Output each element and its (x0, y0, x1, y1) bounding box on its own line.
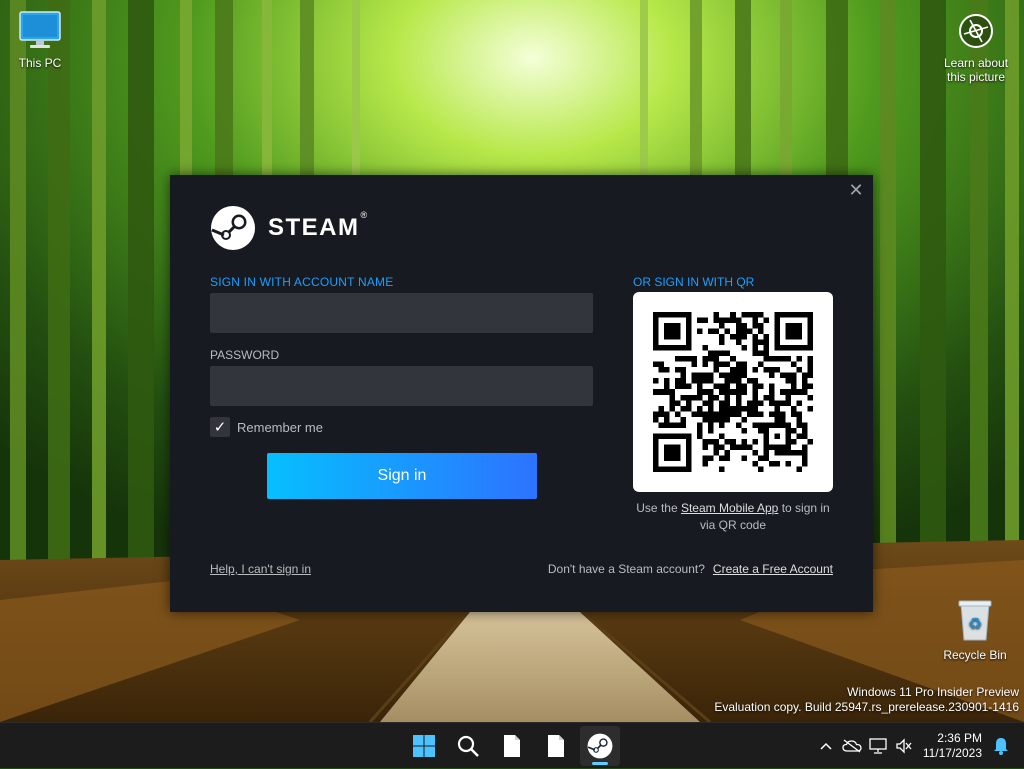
steam-logo-text: STEAM® (268, 210, 369, 242)
this-pc-label: This PC (18, 56, 62, 70)
no-account-row: Don't have a Steam account? Create a Free… (548, 562, 833, 576)
close-icon[interactable]: ✕ (847, 181, 865, 199)
steam-logo: STEAM® (210, 205, 369, 251)
no-account-text: Don't have a Steam account? (547, 562, 705, 576)
desktop-icon-recycle-bin[interactable]: ♻ Recycle Bin (940, 598, 1010, 662)
volume-muted-icon[interactable] (891, 731, 917, 761)
clock-date: 11/17/2023 (922, 746, 982, 760)
steam-icon (587, 733, 613, 759)
qr-code (633, 292, 833, 492)
account-name-label: SIGN IN WITH ACCOUNT NAME (210, 275, 394, 289)
steam-logo-icon (211, 206, 255, 250)
qr-code-image (653, 312, 813, 472)
steam-sign-in-dialog: ✕ STEAM® SIGN IN WITH ACCOUNT NAME PASSW… (170, 175, 873, 612)
checkmark-icon: ✓ (213, 419, 227, 436)
camera-lens-icon (959, 14, 993, 48)
recycle-bin-label: Recycle Bin (943, 648, 1007, 662)
watermark-edition: Windows 11 Pro Insider Preview (847, 685, 1019, 699)
qr-sign-in-label: OR SIGN IN WITH QR (633, 275, 755, 289)
cloud-off-icon[interactable] (839, 731, 865, 761)
monitor-icon (19, 11, 61, 48)
taskbar-file-1[interactable] (492, 726, 532, 766)
network-icon[interactable] (865, 731, 891, 761)
file-icon (548, 735, 564, 757)
steam-wordmark: STEAM (268, 214, 360, 241)
password-input[interactable] (210, 366, 593, 406)
windows-watermark: Windows 11 Pro Insider Preview Evaluatio… (714, 685, 1019, 715)
remember-me-toggle[interactable]: ✓ Remember me (210, 417, 323, 437)
taskbar-clock[interactable]: 2:36 PM 11/17/2023 (923, 731, 982, 761)
steam-mobile-app-link[interactable]: Steam Mobile App (681, 501, 778, 515)
notification-bell-icon[interactable] (988, 731, 1014, 761)
create-free-account-link[interactable]: Create a Free Account (713, 562, 833, 576)
taskbar-steam[interactable] (580, 726, 620, 766)
file-icon (504, 735, 520, 757)
search-button[interactable] (448, 726, 488, 766)
qr-caption-pre: Use the (636, 501, 681, 515)
taskbar-file-2[interactable] (536, 726, 576, 766)
account-name-input[interactable] (210, 293, 593, 333)
taskbar-pinned-apps (402, 723, 622, 769)
clock-time: 2:36 PM (937, 731, 982, 745)
remember-me-checkbox[interactable]: ✓ (210, 417, 230, 437)
remember-me-label: Remember me (237, 419, 323, 435)
chevron-up-icon[interactable] (813, 731, 839, 761)
help-cant-sign-in-link[interactable]: Help, I can't sign in (210, 562, 311, 576)
windows-start-icon (413, 735, 435, 757)
start-button[interactable] (404, 726, 444, 766)
desktop-icon-this-pc[interactable]: This PC (10, 10, 70, 70)
watermark-build: Evaluation copy. Build 25947.rs_prerelea… (714, 700, 1019, 714)
recycle-bin-icon: ♻ (958, 600, 992, 641)
registered-mark: ® (360, 210, 369, 220)
learn-picture-label: Learn about this picture (943, 56, 1009, 84)
desktop-icon-learn-about-picture[interactable]: Learn about this picture (934, 12, 1018, 84)
svg-text:♻: ♻ (968, 614, 982, 633)
password-label: PASSWORD (210, 348, 280, 362)
search-icon (457, 735, 479, 757)
taskbar: 2:36 PM 11/17/2023 (0, 722, 1024, 768)
sign-in-button[interactable]: Sign in (267, 453, 537, 499)
qr-caption: Use the Steam Mobile App to sign in via … (633, 500, 833, 534)
system-tray: 2:36 PM 11/17/2023 (813, 723, 1024, 769)
